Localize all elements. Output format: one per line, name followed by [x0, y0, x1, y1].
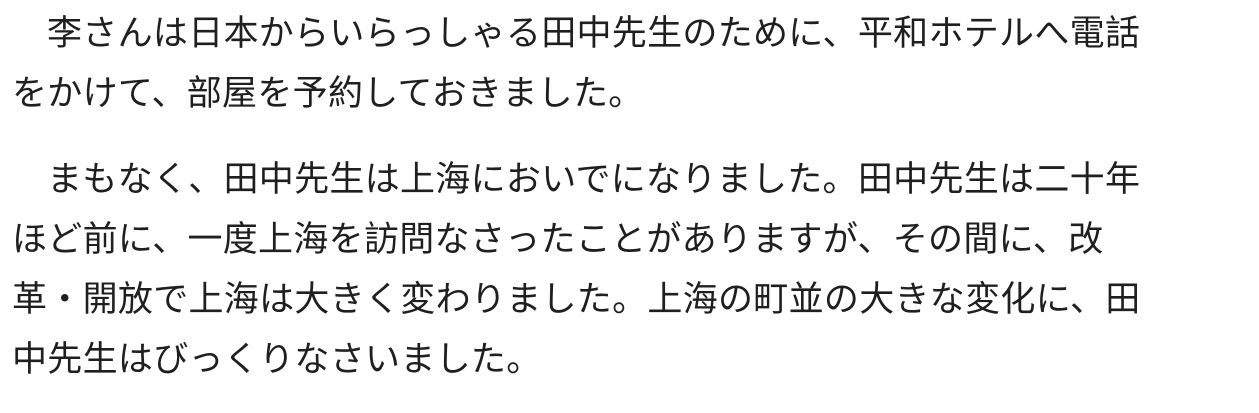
paragraph-line: まもなく、田中先生は上海においでになりました。田中先生は二十年: [47, 160, 1141, 200]
paragraph-line: 革・開放で上海は大きく変わりました。上海の町並の大きな変化に、田: [12, 280, 1141, 320]
paragraph-line: ほど前に、一度上海を訪問なさったことがありますが、その間に、改: [12, 220, 1104, 260]
paragraph-2: まもなく、田中先生は上海においでになりました。田中先生は二十年 ほど前に、一度上…: [12, 150, 1259, 390]
paragraph-line: 李さんは日本からいらっしゃる田中先生のために、平和ホテルへ電話: [47, 14, 1141, 54]
document-page: 李さんは日本からいらっしゃる田中先生のために、平和ホテルへ電話 をかけて、部屋を…: [0, 0, 1259, 413]
paragraph-line: をかけて、部屋を予約しておきました。: [12, 74, 644, 114]
paragraph-1: 李さんは日本からいらっしゃる田中先生のために、平和ホテルへ電話 をかけて、部屋を…: [12, 4, 1259, 124]
paragraph-line: 中先生はびっくりなさいました。: [12, 340, 542, 380]
